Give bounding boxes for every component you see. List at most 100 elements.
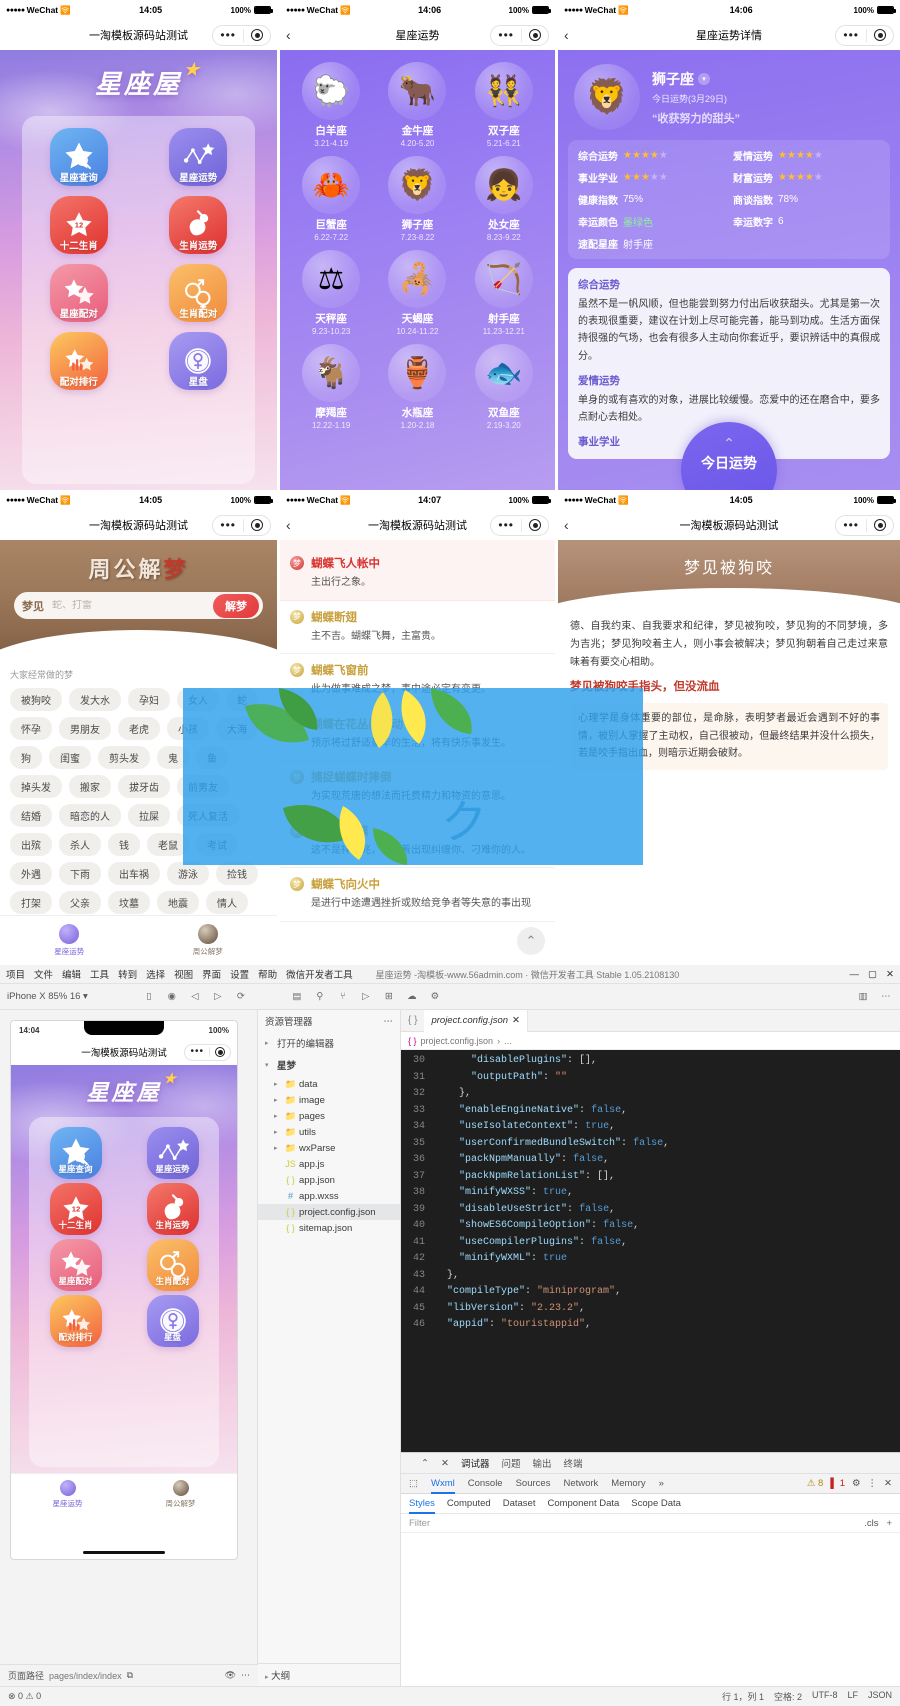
sim-menu-tile-7[interactable]: 配对排行 [50,1295,102,1343]
tree-item-pages[interactable]: ▸ 📁 pages [258,1108,400,1124]
minimize-icon[interactable]: — [850,969,860,980]
menu-8[interactable]: 界面 [202,967,221,981]
extensions-icon[interactable]: ⊞ [382,990,396,1004]
devtools-subtab-scope-data[interactable]: Scope Data [631,1498,681,1509]
devtools-tab-network[interactable]: Network [563,1478,598,1489]
tree-item-utils[interactable]: ▸ 📁 utils [258,1124,400,1140]
dream-chip[interactable]: 剪头发 [98,746,150,769]
menu-tile-4[interactable]: 生肖运势 [169,196,227,252]
close-target-icon[interactable] [529,29,541,41]
dream-chip[interactable]: 杀人 [59,833,101,856]
dream-chip[interactable]: 大海 [216,717,258,740]
more-options-icon[interactable]: ⋯ [879,990,893,1004]
mini-program-capsule[interactable]: ••• [835,25,894,46]
dream-chip[interactable]: 狗 [10,746,42,769]
devtools-panel-tab-4[interactable]: 终端 [563,1456,582,1470]
problems-indicator[interactable]: ⊗ 0 ⚠ 0 [8,1691,41,1702]
refresh-icon[interactable]: ⟳ [234,990,248,1004]
cloud-icon[interactable]: ☁ [405,990,419,1004]
devtools-tab-memory[interactable]: Memory [611,1478,645,1489]
maximize-icon[interactable]: ▢ [868,969,877,980]
dream-entry[interactable]: 梦 蝴蝶飞向火中 是进行中途遭遇挫折或败给竞争者等失意的事出现 [280,868,555,922]
add-style-icon[interactable]: + [886,1518,892,1529]
devtools-tab-sources[interactable]: Sources [516,1478,551,1489]
menu-tile-3[interactable]: 12 十二生肖 [50,196,108,252]
mini-program-capsule[interactable]: ••• [835,515,894,536]
dream-chip[interactable]: 地震 [157,891,199,914]
close-target-icon[interactable] [251,29,263,41]
outline-section[interactable]: ▸ 大纲 [258,1663,400,1686]
menu-tile-2[interactable]: 星座运势 [169,128,227,184]
dream-chip[interactable]: 打架 [10,891,52,914]
maximize-panel-icon[interactable]: ⌃ [421,1458,429,1469]
tab-item-2[interactable]: 周公解梦 [139,924,278,957]
sim-menu-tile-8[interactable]: 星盘 [147,1295,199,1343]
sim-menu-tile-5[interactable]: 星座配对 [50,1239,102,1287]
close-target-icon[interactable] [251,519,263,531]
dream-chip[interactable]: 出殡 [10,833,52,856]
dream-entry[interactable]: 梦 水里有蝴蝶 这不是祥之兆，暗示着出现纠缠你、刁难你的人。 [280,815,555,869]
devtools-more-icon[interactable]: ⋮ [868,1478,878,1489]
tools-icon[interactable]: ⚙ [428,990,442,1004]
dream-entry[interactable]: 梦 捕捉蝴蝶时摔倒 为实现荒唐的想法而托费精力和物资的意思。 [280,761,555,815]
dream-chip[interactable]: 死人复活 [177,804,239,827]
inspect-element-icon[interactable]: ⬚ [409,1478,418,1489]
sim-menu-tile-4[interactable]: 生肖运势 [147,1183,199,1231]
error-count[interactable]: ▌ 1 [830,1478,845,1489]
tab-item-1[interactable]: 星座运势 [11,1480,124,1509]
mini-program-capsule[interactable]: ••• [490,515,549,536]
back-icon[interactable]: ‹ [564,518,582,532]
devtools-close-icon[interactable]: ✕ [884,1478,892,1489]
more-icon[interactable]: ⋯ [241,1670,250,1681]
dream-chip[interactable]: 闺蜜 [49,746,91,769]
sim-menu-tile-3[interactable]: 12 十二生肖 [50,1183,102,1231]
filter-input[interactable]: Filter [409,1518,430,1529]
devtools-tab-wxml[interactable]: Wxml [431,1473,455,1494]
devtools-panel-tab-2[interactable]: 问题 [501,1456,520,1470]
zodiac-cell-11[interactable]: 🏺 水瓶座 1.20-2.18 [374,344,460,430]
dream-entry[interactable]: 梦 蝴蝶在花丛间飞动 预示将过舒适豪华的生活，将有快乐事发生。 [280,708,555,762]
tree-item-app.wxss[interactable]: # app.wxss [258,1188,400,1204]
dream-chip[interactable]: 发大水 [69,688,121,711]
zodiac-cell-3[interactable]: 👯 双子座 5.21-6.21 [461,62,547,148]
close-target-icon[interactable] [529,519,541,531]
tab-item-2[interactable]: 周公解梦 [124,1480,237,1509]
menu-6[interactable]: 选择 [146,967,165,981]
mini-program-capsule[interactable]: ••• [490,25,549,46]
simulator-device[interactable]: 14:04 100% 一淘模板源码站测试 ••• 星座屋★ [10,1020,238,1560]
project-section[interactable]: ▾ 星梦 [258,1054,400,1076]
dream-chip[interactable]: 结婚 [10,804,52,827]
chevron-down-icon[interactable]: ▾ [265,1061,273,1069]
sign-name-row[interactable]: 狮子座 ▾ [652,69,740,89]
devtools-subtab-component-data[interactable]: Component Data [547,1498,619,1509]
tree-item-wxParse[interactable]: ▸ 📁 wxParse [258,1140,400,1156]
menu-4[interactable]: 工具 [90,967,109,981]
tree-item-image[interactable]: ▸ 📁 image [258,1092,400,1108]
search-icon[interactable]: ⚲ [313,990,327,1004]
copy-path-icon[interactable]: ⧉ [127,1670,133,1681]
dream-entry[interactable]: 梦 蝴蝶飞人帐中 主出行之象。 [280,547,555,601]
menu-tile-7[interactable]: 配对排行 [50,332,108,388]
code-editor[interactable]: 30 "disablePlugins": [],31 "outputPath":… [401,1050,900,1452]
menu-tile-6[interactable]: 生肖配对 [169,264,227,320]
sim-capsule[interactable]: ••• [184,1044,231,1061]
git-icon[interactable]: ⑂ [336,990,350,1004]
eye-icon[interactable]: 👁 [225,1670,236,1681]
dream-chip[interactable]: 游泳 [167,862,209,885]
editor-tab-project-config[interactable]: project.config.json ✕ [424,1010,528,1032]
tree-item-app.json[interactable]: { } app.json [258,1172,400,1188]
explorer-icon[interactable]: ▤ [290,990,304,1004]
breadcrumb-file[interactable]: project.config.json [421,1036,494,1046]
dream-chip[interactable]: 下雨 [59,862,101,885]
more-icon[interactable]: ••• [220,29,236,41]
menu-10[interactable]: 帮助 [258,967,277,981]
dream-chip[interactable]: 小孩 [167,717,209,740]
devtools-settings-icon[interactable]: ⚙ [852,1478,861,1489]
dream-chip[interactable]: 男朋友 [59,717,111,740]
menu-tile-5[interactable]: 星座配对 [50,264,108,320]
chevron-right-icon[interactable]: ▸ [274,1128,282,1136]
dream-entry[interactable]: 梦 蝴蝶断翅 主不吉。蝴蝶飞舞，主富贵。 [280,601,555,655]
mini-program-capsule[interactable]: ••• [212,25,271,46]
close-icon[interactable]: ✕ [886,969,894,980]
zodiac-cell-5[interactable]: 🦁 狮子座 7.23-8.22 [374,156,460,242]
